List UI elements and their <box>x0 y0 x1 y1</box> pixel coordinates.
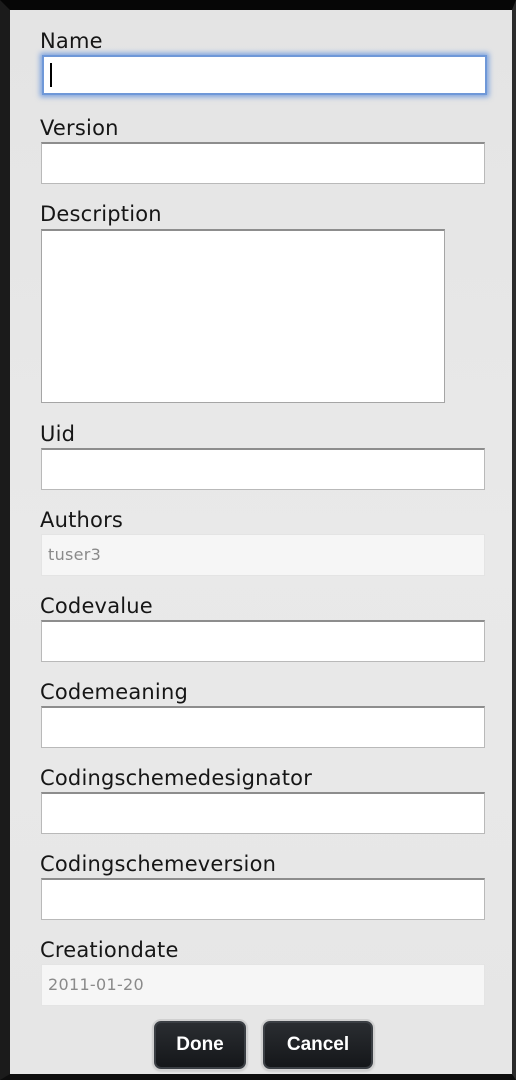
version-label: Version <box>40 116 119 140</box>
uid-label: Uid <box>40 422 76 446</box>
codingschemedesignator-input[interactable] <box>41 792 485 834</box>
name-label: Name <box>40 29 103 53</box>
name-input[interactable] <box>42 55 487 95</box>
authors-value: tuser3 <box>48 545 102 564</box>
description-label: Description <box>40 202 162 226</box>
codevalue-input[interactable] <box>41 620 485 662</box>
creationdate-value: 2011-01-20 <box>48 975 144 994</box>
codemeaning-input[interactable] <box>41 706 485 748</box>
authors-field <box>41 534 485 576</box>
cancel-button[interactable]: Cancel <box>263 1021 373 1069</box>
codemeaning-label: Codemeaning <box>40 680 188 704</box>
text-caret <box>50 63 52 87</box>
uid-input[interactable] <box>41 448 485 490</box>
done-button[interactable]: Done <box>154 1021 246 1069</box>
codingschemeversion-input[interactable] <box>41 878 485 920</box>
description-textarea[interactable] <box>41 229 445 403</box>
authors-label: Authors <box>40 508 124 532</box>
version-input[interactable] <box>41 142 485 184</box>
codingschemedesignator-label: Codingschemedesignator <box>40 766 313 790</box>
codingschemeversion-label: Codingschemeversion <box>40 852 277 876</box>
codevalue-label: Codevalue <box>40 594 153 618</box>
creationdate-label: Creationdate <box>40 938 179 962</box>
